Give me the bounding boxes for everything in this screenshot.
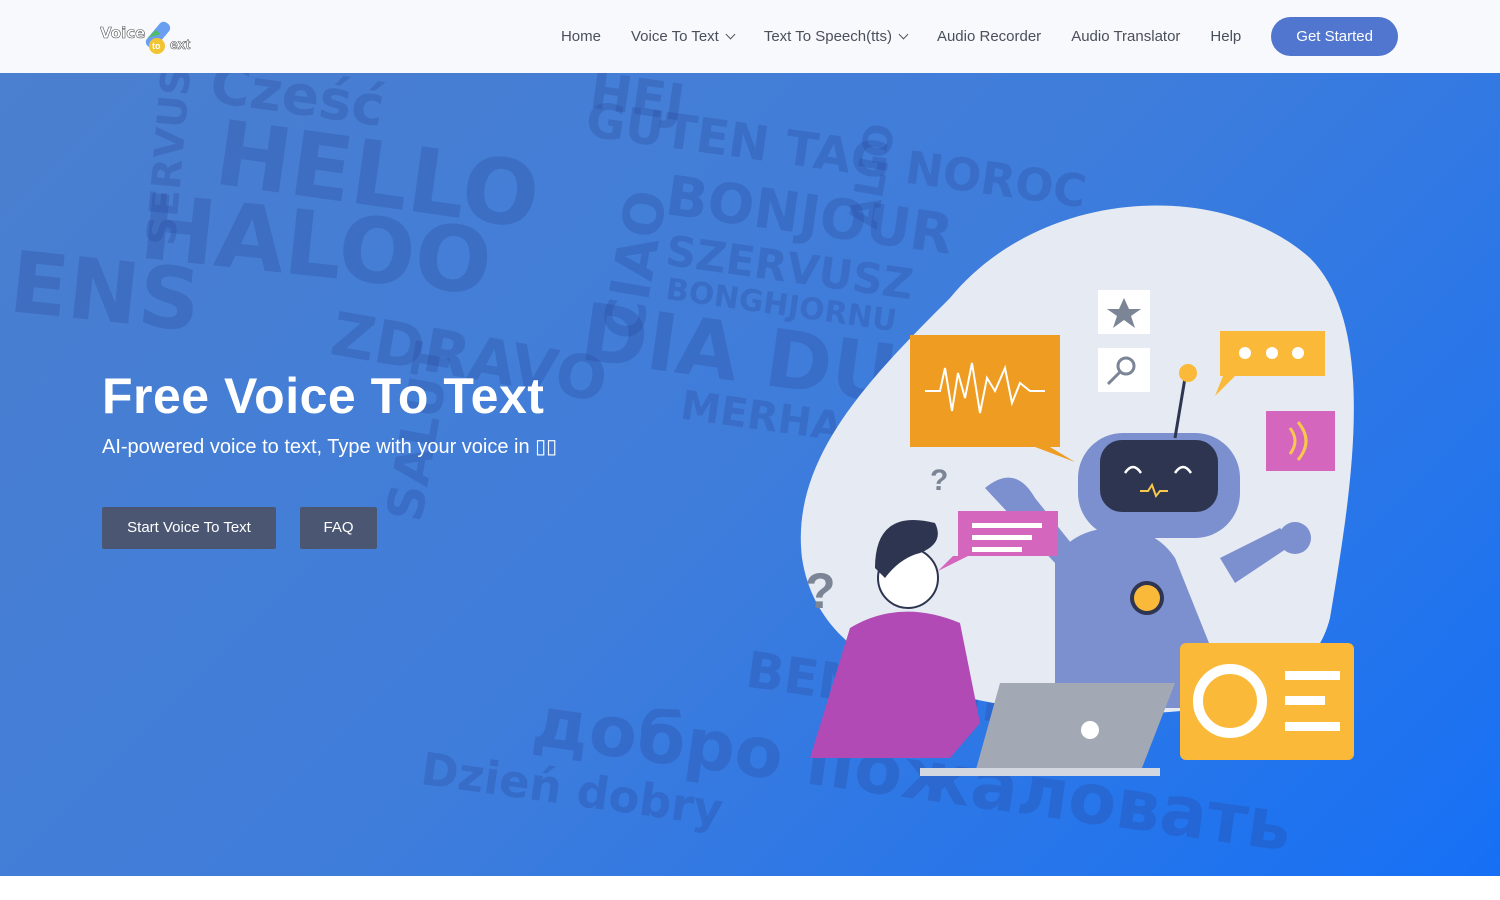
start-voice-to-text-button[interactable]: Start Voice To Text: [102, 507, 276, 549]
hero-title: Free Voice To Text: [102, 368, 545, 424]
nav-help[interactable]: Help: [1210, 28, 1241, 45]
background-word: ENS: [5, 233, 206, 352]
nav-label: Home: [560, 28, 601, 45]
svg-text:?: ?: [805, 563, 836, 619]
svg-text:to: to: [152, 41, 161, 51]
nav-text-to-speech[interactable]: Text To Speech(tts): [763, 28, 909, 45]
hero-subtitle: AI-powered voice to text, Type with your…: [102, 436, 558, 458]
svg-text:ext: ext: [170, 36, 191, 52]
nav-label: Help: [1210, 28, 1242, 45]
top-navbar: Voice to ext Home Voice To Text Text To …: [0, 0, 1500, 73]
hero-section: HELLO HALOO Cześć GUTEN TAG BONJOUR SZER…: [0, 73, 1500, 876]
nav-voice-to-text[interactable]: Voice To Text: [630, 28, 736, 45]
chevron-down-icon: [725, 29, 736, 40]
robot-chat-illustration: ? ?: [800, 205, 1354, 776]
nav-label: Voice To Text: [630, 28, 719, 45]
faq-button[interactable]: FAQ: [300, 507, 377, 549]
nav-home[interactable]: Home: [561, 28, 601, 45]
logo[interactable]: Voice to ext: [100, 16, 202, 58]
svg-text:?: ?: [930, 464, 948, 497]
nav-audio-translator[interactable]: Audio Translator: [1071, 28, 1180, 45]
nav-audio-recorder[interactable]: Audio Recorder: [937, 28, 1041, 45]
chevron-down-icon: [898, 29, 909, 40]
nav-label: Audio Recorder: [936, 28, 1042, 45]
nav-label: Audio Translator: [1071, 28, 1181, 45]
get-started-button[interactable]: Get Started: [1271, 17, 1398, 56]
nav-label: Text To Speech(tts): [763, 28, 892, 45]
main-menu: Home Voice To Text Text To Speech(tts) A…: [561, 17, 1398, 56]
svg-text:Voice: Voice: [100, 24, 145, 42]
